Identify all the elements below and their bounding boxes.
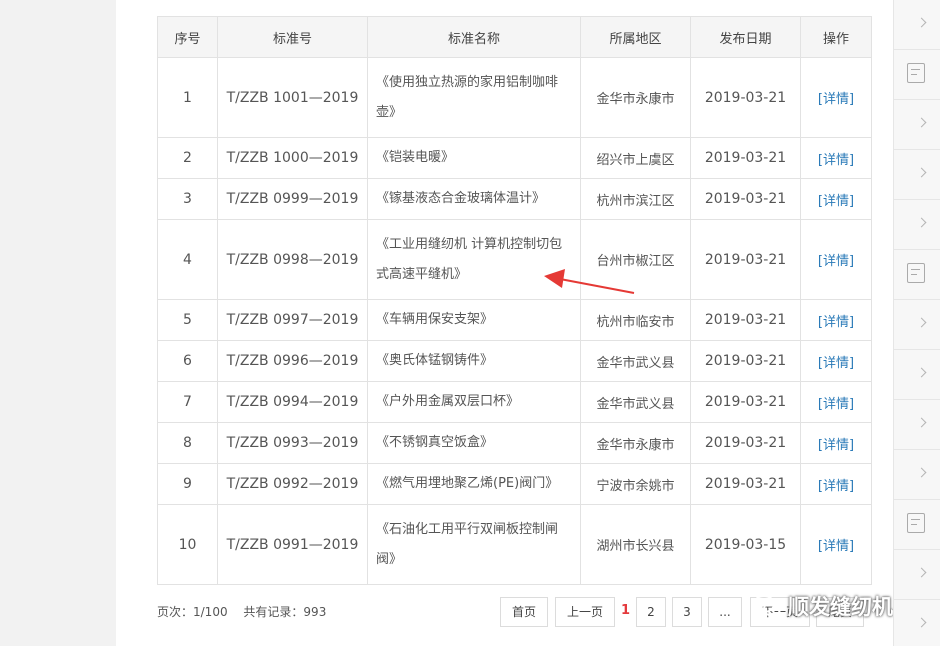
rail-item[interactable] <box>894 600 940 646</box>
rail-item[interactable] <box>894 50 940 100</box>
right-sidebar <box>893 0 940 646</box>
chevron-right-icon <box>916 217 927 228</box>
rail-item[interactable] <box>894 0 940 50</box>
wechat-icon <box>753 595 781 617</box>
chevron-right-icon <box>916 167 927 178</box>
rail-item[interactable] <box>894 350 940 400</box>
watermark: 顺发缝纫机 <box>752 590 893 622</box>
rail-item[interactable] <box>894 200 940 250</box>
rail-item[interactable] <box>894 150 940 200</box>
prev-page-button[interactable]: 上一页 <box>555 597 615 627</box>
document-edit-icon <box>907 513 925 533</box>
rail-item[interactable] <box>894 100 940 150</box>
page-2-button[interactable]: 2 <box>636 597 666 627</box>
rail-item[interactable] <box>894 550 940 600</box>
page-3-button[interactable]: 3 <box>672 597 702 627</box>
chevron-right-icon <box>916 367 927 378</box>
rail-item[interactable] <box>894 300 940 350</box>
chevron-right-icon <box>916 17 927 28</box>
chevron-right-icon <box>916 567 927 578</box>
document-edit-icon <box>907 63 925 83</box>
rail-item[interactable] <box>894 450 940 500</box>
chevron-right-icon <box>916 467 927 478</box>
watermark-text: 顺发缝纫机 <box>788 595 893 619</box>
ellipsis: ... <box>708 597 742 627</box>
current-page: 1 <box>621 603 631 618</box>
annotation-arrow <box>544 269 635 294</box>
document-edit-icon <box>907 263 925 283</box>
chevron-right-icon <box>916 617 927 628</box>
chevron-right-icon <box>916 117 927 128</box>
first-page-button[interactable]: 首页 <box>500 597 548 627</box>
rail-item[interactable] <box>894 500 940 550</box>
chevron-right-icon <box>916 317 927 328</box>
rail-item[interactable] <box>894 400 940 450</box>
chevron-right-icon <box>916 417 927 428</box>
rail-item[interactable] <box>894 250 940 300</box>
